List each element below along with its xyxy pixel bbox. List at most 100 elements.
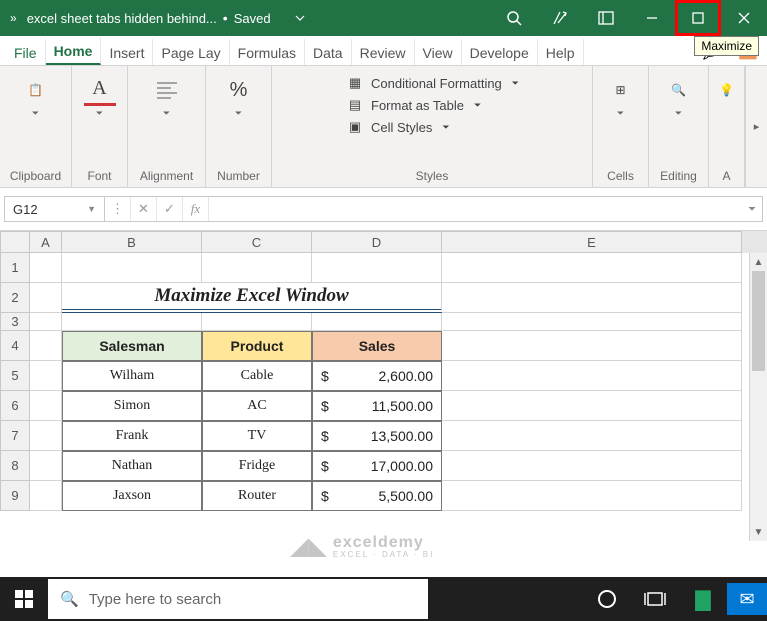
cell[interactable] [442,253,742,283]
ribbon-display-icon[interactable] [583,0,629,36]
cell[interactable]: Simon [62,391,202,421]
col-header-d[interactable]: D [312,231,442,253]
name-box[interactable]: G12▼ [5,197,105,221]
cell[interactable] [30,253,62,283]
cell[interactable]: $5,500.00 [312,481,442,511]
spreadsheet-grid[interactable]: A B C D E 12Maximize Excel Window34Sales… [0,231,767,541]
col-header-a[interactable]: A [30,231,62,253]
select-all-corner[interactable] [0,231,30,253]
cell[interactable] [442,283,742,313]
cell[interactable] [442,361,742,391]
row-header[interactable]: 9 [0,481,30,511]
tab-file[interactable]: File [6,39,46,65]
range-selector-icon[interactable]: ⋮ [105,197,131,221]
paste-button[interactable]: 📋 ⏷ [20,74,52,119]
cell[interactable]: Sales [312,331,442,361]
scroll-down-icon[interactable]: ▼ [750,523,767,541]
enter-formula-icon[interactable]: ✓ [157,197,183,221]
search-icon[interactable] [491,0,537,36]
cell[interactable] [62,313,202,331]
maximize-button[interactable] [675,0,721,36]
tab-page-layout[interactable]: Page Lay [153,39,229,65]
dropdown-icon[interactable] [277,0,323,36]
row-header[interactable]: 4 [0,331,30,361]
tab-developer[interactable]: Develope [462,39,538,65]
cell[interactable]: $11,500.00 [312,391,442,421]
cell[interactable] [30,313,62,331]
cell[interactable] [442,481,742,511]
cell[interactable]: Cable [202,361,312,391]
conditional-formatting-button[interactable]: ▦Conditional Formatting⏷ [345,72,519,94]
cell[interactable]: Wilham [62,361,202,391]
cell[interactable] [442,421,742,451]
cell[interactable] [312,313,442,331]
cell[interactable]: Salesman [62,331,202,361]
cell[interactable] [442,313,742,331]
cell[interactable]: $17,000.00 [312,451,442,481]
analysis-button[interactable]: 💡 [711,74,743,106]
tab-help[interactable]: Help [538,39,584,65]
cell[interactable] [30,391,62,421]
sheet-title[interactable]: Maximize Excel Window [62,283,442,313]
cell[interactable] [30,361,62,391]
row-header[interactable]: 3 [0,313,30,331]
ribbon-overflow[interactable]: ▸ [745,66,767,187]
format-as-table-button[interactable]: ▤Format as Table⏷ [345,94,519,116]
cell[interactable] [30,331,62,361]
autosave-icon[interactable] [537,0,583,36]
row-header[interactable]: 2 [0,283,30,313]
tab-view[interactable]: View [415,39,462,65]
cell-styles-button[interactable]: ▣Cell Styles⏷ [345,116,519,138]
insert-function-icon[interactable]: fx [183,197,209,221]
formula-input[interactable] [209,202,742,217]
cell[interactable] [442,451,742,481]
cell[interactable] [62,253,202,283]
namebox-dropdown-icon[interactable]: ▼ [87,204,96,214]
cell[interactable] [202,313,312,331]
cell[interactable]: Router [202,481,312,511]
col-header-c[interactable]: C [202,231,312,253]
cell[interactable] [312,253,442,283]
excel-app-icon[interactable]: ▇ [679,587,727,612]
cancel-formula-icon[interactable]: ✕ [131,197,157,221]
cell[interactable]: Fridge [202,451,312,481]
scroll-thumb[interactable] [752,271,765,371]
cells-button[interactable]: ⊞ ⏷ [605,74,637,119]
cell[interactable] [30,283,62,313]
scroll-up-icon[interactable]: ▲ [750,253,767,271]
tab-formulas[interactable]: Formulas [230,39,305,65]
row-header[interactable]: 5 [0,361,30,391]
cell[interactable]: Product [202,331,312,361]
alignment-button[interactable]: ⏷ [151,74,183,119]
close-button[interactable] [721,0,767,36]
number-button[interactable]: % ⏷ [223,74,255,119]
task-view-icon[interactable] [631,590,679,608]
col-header-b[interactable]: B [62,231,202,253]
cell[interactable]: TV [202,421,312,451]
tab-review[interactable]: Review [352,39,415,65]
editing-button[interactable]: 🔍 ⏷ [663,74,695,119]
col-header-e[interactable]: E [442,231,742,253]
cell[interactable]: Nathan [62,451,202,481]
cell[interactable]: $2,600.00 [312,361,442,391]
minimize-button[interactable] [629,0,675,36]
cell[interactable] [202,253,312,283]
cell[interactable] [30,421,62,451]
cell[interactable] [30,481,62,511]
tab-data[interactable]: Data [305,39,352,65]
cell[interactable]: $13,500.00 [312,421,442,451]
tab-home[interactable]: Home [46,37,102,65]
cell[interactable] [30,451,62,481]
font-button[interactable]: A ⏷ [84,74,116,119]
autosave-chevron-icon[interactable]: » [0,11,27,25]
row-header[interactable]: 6 [0,391,30,421]
cortana-icon[interactable] [583,589,631,609]
cell[interactable] [442,331,742,361]
cell[interactable]: AC [202,391,312,421]
cell[interactable]: Frank [62,421,202,451]
start-button[interactable] [0,590,48,608]
mail-app-icon[interactable]: ✉ [727,583,767,615]
taskbar-search[interactable]: 🔍 Type here to search [48,579,428,619]
vertical-scrollbar[interactable]: ▲ ▼ [749,253,767,541]
cell[interactable]: Jaxson [62,481,202,511]
